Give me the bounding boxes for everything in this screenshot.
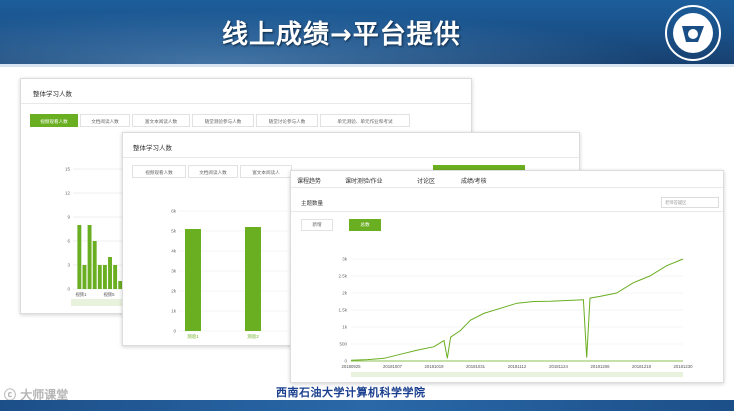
panel-divider	[123, 157, 579, 158]
bar	[87, 225, 92, 289]
bar	[77, 225, 82, 289]
y-tick-label: 1k	[342, 325, 348, 330]
y-tick-label: 4k	[171, 249, 177, 254]
y-tick-label: 3	[67, 263, 70, 268]
y-tick-label: 1k	[171, 309, 177, 314]
y-tick-label: 15	[65, 167, 71, 172]
x-tick-label: 20181112	[508, 364, 527, 369]
tab-quiz-participants[interactable]: 随堂测验参与人数	[192, 114, 254, 127]
bar	[102, 265, 107, 289]
tab-richtext-reads[interactable]: 富文本阅读人数	[132, 114, 190, 127]
nav-divider	[291, 187, 723, 188]
page-title: 线上成绩→平台提供	[222, 20, 461, 50]
nav-grades-exams[interactable]: 成绩/考核	[461, 176, 487, 185]
bar	[185, 229, 201, 331]
toggle-total[interactable]: 总数	[349, 219, 381, 231]
y-tick-label: 0	[67, 287, 70, 292]
tab-discussion-participants[interactable]: 随堂讨论参与人数	[256, 114, 318, 127]
chart-subtitle: 主题数量	[301, 201, 324, 207]
x-tick-label: 20181218	[632, 364, 652, 369]
school-name: 西南石油大学计算机科学学院	[276, 386, 426, 399]
tab-unit-tests-exams[interactable]: 单元测验、单元作业和考试	[320, 114, 410, 127]
tab-video-views[interactable]: 视频观看人数	[30, 114, 78, 127]
y-tick-label: 6	[67, 239, 70, 244]
topic-count-line-chart: 0 500 1k 1.5k 2k 2.5k 3k 20180925 20181007 201810…	[338, 257, 693, 377]
bar	[92, 241, 97, 289]
tab-richtext-reads[interactable]: 富文本阅读人	[240, 165, 292, 178]
y-tick-label: 6k	[171, 209, 177, 214]
x-tick-label: 20181124	[549, 364, 568, 369]
x-tick-label: 测验2	[247, 333, 259, 340]
series-line	[350, 258, 684, 361]
bar	[245, 227, 261, 331]
y-tick-label: 5k	[171, 229, 177, 234]
x-tick-label: 20181007	[383, 364, 403, 369]
video-views-bar-chart: 0 3 6 9 12 15 视频1 视频5	[65, 167, 127, 306]
zoom-slider	[351, 372, 683, 377]
nav-quiz-homework[interactable]: 课时测验/作业	[345, 176, 383, 185]
header-divider	[0, 64, 734, 67]
bar	[113, 265, 118, 289]
y-tick-label: 2k	[342, 291, 348, 296]
header-banner: 线上成绩→平台提供	[0, 0, 734, 64]
y-tick-label: 0	[173, 329, 176, 334]
y-tick-label: 2.5k	[338, 274, 347, 279]
x-tick-label: 20181206	[590, 364, 610, 369]
x-tick-label: 20181019	[424, 364, 444, 369]
toggle-new[interactable]: 新增	[301, 219, 333, 231]
bar	[97, 265, 102, 289]
quiz-participants-bar-chart: 0 1k 2k 3k 4k 5k 6k 测验1 测验2	[171, 209, 289, 340]
y-tick-label: 500	[339, 342, 347, 347]
university-logo-icon	[665, 5, 721, 61]
x-tick-label: 20181230	[673, 364, 693, 369]
tab-document-reads[interactable]: 文档阅读人数	[80, 114, 130, 127]
x-tick-label: 视频1	[76, 291, 88, 298]
panel-title: 整体学习人数	[133, 145, 172, 152]
tab-document-reads[interactable]: 文档阅读人数	[188, 165, 238, 178]
x-tick-label: 20181031	[466, 364, 486, 369]
y-tick-label: 3k	[342, 257, 348, 262]
y-tick-label: 2k	[171, 289, 177, 294]
y-tick-label: 0	[344, 359, 347, 364]
zoom-slider	[71, 299, 127, 306]
footer-bar	[0, 400, 734, 411]
tab-video-views[interactable]: 视频观看人数	[132, 165, 186, 178]
y-tick-label: 1.5k	[338, 308, 347, 313]
forum-filter-input[interactable]: 老师答疑区	[661, 197, 719, 208]
y-tick-label: 9	[67, 215, 70, 220]
x-tick-label: 测验1	[187, 333, 199, 340]
x-tick-label: 视频5	[104, 291, 116, 298]
y-tick-label: 3k	[171, 269, 177, 274]
panel-title: 整体学习人数	[33, 91, 72, 98]
bar	[82, 265, 87, 289]
subtitle-divider	[291, 211, 723, 212]
bar	[108, 257, 112, 289]
discussion-panel-front: 课程趋势 课时测验/作业 讨论区 成绩/考核 主题数量 老师答疑区 新增 总数 …	[290, 170, 724, 383]
y-tick-label: 12	[65, 191, 71, 196]
x-tick-label: 20180925	[341, 364, 361, 369]
nav-course-trend[interactable]: 课程趋势	[297, 176, 321, 185]
panel-divider	[21, 103, 471, 104]
